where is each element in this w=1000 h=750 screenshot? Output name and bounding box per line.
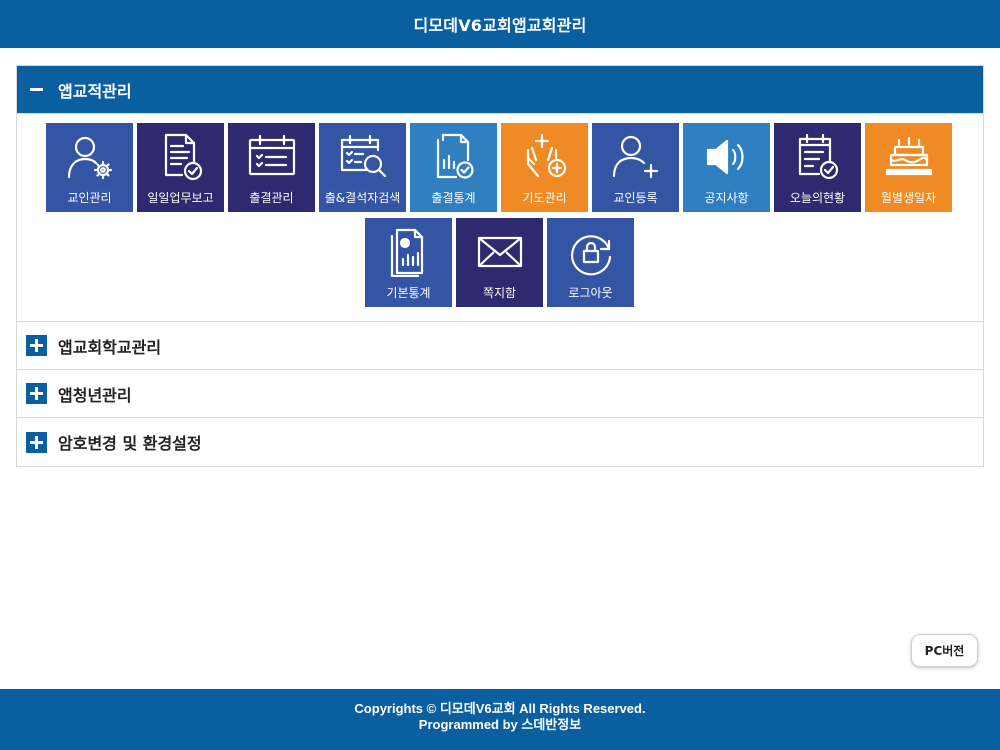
attendance-search-icon <box>338 132 388 186</box>
section-title: 앱교회학교관리 <box>58 337 162 357</box>
tile-basic-stats[interactable]: 기본통계 <box>365 218 452 307</box>
tile-member-registration[interactable]: 교인등록 <box>592 123 679 212</box>
tile-label: 출결통계 <box>431 191 476 205</box>
tile-attendance-stats[interactable]: 출결통계 <box>410 123 497 212</box>
tile-logout[interactable]: 로그아웃 <box>547 218 634 307</box>
tile-member-management[interactable]: 교인관리 <box>46 123 133 212</box>
expand-icon[interactable] <box>26 431 47 453</box>
tile-absentee-search[interactable]: 출&결석자검색 <box>319 123 406 212</box>
report-check-icon <box>156 132 206 186</box>
tile-label: 교인관리 <box>67 191 112 205</box>
footer: Copyrights © 디모데V6교회 All Rights Reserved… <box>0 689 1000 750</box>
tile-label: 일일업무보고 <box>147 191 214 205</box>
tile-attendance-management[interactable]: 출결관리 <box>228 123 315 212</box>
tile-label: 기본통계 <box>386 286 431 300</box>
menu-accordion: 앱교적관리 교인관리 일일업무보고 출결관리 출&결석자검색 출결통계 기도관리… <box>16 65 984 467</box>
tile-label: 오늘의현황 <box>789 191 846 205</box>
expand-icon[interactable] <box>26 335 47 356</box>
section-header-church-records[interactable]: 앱교적관리 <box>17 66 983 114</box>
tile-notices[interactable]: 공지사항 <box>683 123 770 212</box>
section-header-settings[interactable]: 암호변경 및 환경설정 <box>17 418 983 466</box>
app-title: 디모데V6교회앱교회관리 <box>413 16 587 35</box>
pc-version-button[interactable]: PC버전 <box>911 634 978 667</box>
logout-lock-icon <box>566 227 616 281</box>
collapse-icon[interactable] <box>26 79 47 100</box>
basic-stats-icon <box>384 227 434 281</box>
tile-daily-report[interactable]: 일일업무보고 <box>137 123 224 212</box>
attendance-calendar-icon <box>247 132 297 186</box>
tile-label: 교인등록 <box>613 191 658 205</box>
today-status-icon <box>793 132 843 186</box>
programmer-credit: Programmed by 스데반정보 <box>418 717 582 732</box>
tile-label: 기도관리 <box>522 191 567 205</box>
tile-prayer-management[interactable]: 기도관리 <box>501 123 588 212</box>
tile-message-box[interactable]: 쪽지함 <box>456 218 543 307</box>
tile-today-status[interactable]: 오늘의현황 <box>774 123 861 212</box>
attendance-stats-icon <box>429 132 479 186</box>
member-settings-icon <box>65 132 115 186</box>
section-header-church-school[interactable]: 앱교회학교관리 <box>17 322 983 370</box>
tile-label: 출&결석자검색 <box>324 191 401 205</box>
speaker-icon <box>702 132 752 186</box>
section-header-youth[interactable]: 앱청년관리 <box>17 370 983 418</box>
tile-label: 공지사항 <box>704 191 749 205</box>
section-title: 앱청년관리 <box>58 385 132 405</box>
section-title: 암호변경 및 환경설정 <box>58 434 202 453</box>
praying-hands-icon <box>520 132 570 186</box>
envelope-icon <box>475 227 525 281</box>
section-title: 앱교적관리 <box>58 81 132 101</box>
top-header: 디모데V6교회앱교회관리 <box>0 0 1000 48</box>
birthday-cake-icon <box>884 132 934 186</box>
tile-monthly-birthdays[interactable]: 월별생일자 <box>865 123 952 212</box>
tile-label: 쪽지함 <box>482 286 517 300</box>
expand-icon[interactable] <box>26 383 47 404</box>
tile-label: 월별생일자 <box>880 191 937 205</box>
tile-label: 출결관리 <box>249 191 294 205</box>
tile-label: 로그아웃 <box>568 286 613 300</box>
copyright-text: Copyrights © 디모데V6교회 All Rights Reserved… <box>354 701 646 716</box>
add-member-icon <box>611 132 661 186</box>
section-body-church-records: 교인관리 일일업무보고 출결관리 출&결석자검색 출결통계 기도관리 교인등록 … <box>17 114 983 322</box>
